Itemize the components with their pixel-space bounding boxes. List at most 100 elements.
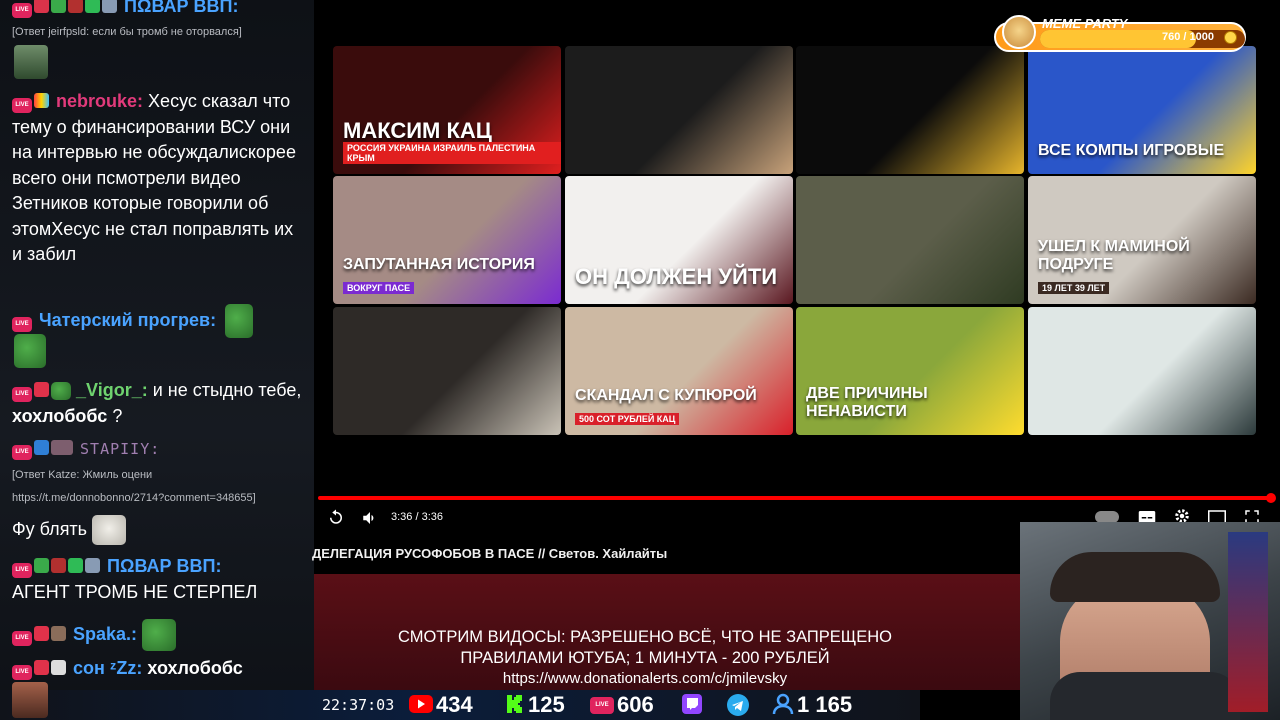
thumbnail-caption: ушел к МАМИНОЙ ПОДРУГЕ <box>1038 238 1190 273</box>
meme-party-title: MEME PARTY <box>1042 16 1128 31</box>
chat-username: STAPIIY: <box>80 440 161 458</box>
donation-url[interactable]: https://www.donationalerts.com/c/jmilevs… <box>314 670 976 687</box>
video-thumbnail[interactable] <box>565 46 793 174</box>
twitch-icon <box>682 694 702 714</box>
gift-badge-icon <box>34 440 49 455</box>
chat-text: хохлобобс <box>147 658 243 678</box>
dice-badge-icon <box>34 625 49 641</box>
thumbnail-caption: Скандал с купюрой <box>575 387 757 404</box>
telegram-icon <box>727 694 749 716</box>
chat-username: Spaka.: <box>73 623 138 644</box>
banner-line-1: СМОТРИМ ВИДОСЫ: РАЗРЕШЕНО ВСЁ, ЧТО НЕ ЗА… <box>397 628 892 646</box>
webcam-feed <box>1020 522 1280 720</box>
live-badge-icon: LIVE <box>12 387 32 402</box>
live-badge-icon: LIVE <box>12 665 32 680</box>
thumbnail-caption: ЗАПУТАННАЯ ИСТОРИЯ <box>343 256 535 273</box>
chat-username: сон ᶻZz: <box>73 658 143 678</box>
gift-badge-icon <box>85 0 100 13</box>
chat-username: Чатерский прогрев: <box>39 309 217 330</box>
thumbnail-subcaption: РОССИЯ УКРАИНА ИЗРАИЛЬ ПАЛЕСТИНА КРЫМ <box>343 142 561 164</box>
pepe-emote-icon <box>142 619 177 651</box>
chat-message: LIVE nebrouke: Хесус сказал что тему о ф… <box>12 89 308 268</box>
drink-badge-icon <box>51 558 66 573</box>
streamer-hair <box>1050 552 1220 602</box>
chat-message: LIVE _Vigor_: и не стыдно тебе, хохлобоб… <box>12 378 308 429</box>
vk-live-icon: LIVE <box>590 697 614 714</box>
dice-badge-icon <box>34 382 49 397</box>
chat-reply-note: [Ответ Katze: Жмиль оцени <box>12 469 153 481</box>
meme-party-progress-track <box>1040 30 1245 48</box>
video-thumbnail[interactable] <box>796 176 1024 304</box>
thumbnail-caption: ВСЕ КОМПЫ ИГРОВЫЕ <box>1038 142 1225 159</box>
chat-message: LIVE ΠΩВАР ВВΠ: АГЕНТ ТРОМБ НЕ СТЕРПЕЛ <box>12 554 308 605</box>
youtube-icon <box>409 695 433 713</box>
video-thumbnail[interactable] <box>333 307 561 435</box>
chat-message: LIVE Чатерский прогрев: <box>12 304 308 338</box>
progress-scrubber[interactable] <box>1266 493 1276 503</box>
replay-icon <box>330 509 342 524</box>
avatar-badge-icon <box>85 558 100 573</box>
video-thumbnail[interactable]: ушел к МАМИНОЙ ПОДРУГЕ 19 лет 39 лет <box>1028 176 1256 304</box>
chat-username: ΠΩВАР ВВΠ: <box>107 556 222 576</box>
volume-icon <box>363 512 374 524</box>
youtube-viewers: 434 <box>436 692 473 717</box>
viewers-icon <box>772 693 794 715</box>
live-badge-icon: LIVE <box>12 630 32 646</box>
streamer-shirt <box>1050 672 1240 720</box>
chat-username: nebrouke: <box>56 91 144 111</box>
video-title[interactable]: ДЕЛЕГАЦИЯ РУСОФОБОВ В ПАСЕ // Светов. Ха… <box>312 546 667 561</box>
cat-emote-icon <box>92 515 127 545</box>
banner-text: СМОТРИМ ВИДОСЫ: РАЗРЕШЕНО ВСЁ, ЧТО НЕ ЗА… <box>314 627 976 669</box>
gift-badge-icon <box>68 558 83 573</box>
video-thumbnail[interactable]: ВСЕ КОМПЫ ИГРОВЫЕ <box>1028 46 1256 174</box>
banner-line-2: ПРАВИЛАМИ ЮТУБА; 1 МИНУТА - 200 РУБЛЕЙ <box>460 649 830 667</box>
video-thumbnail[interactable]: Скандал с купюрой 500 СОТ РУБЛЕЙ КАЦ <box>565 307 793 435</box>
chat-reply-note: [Ответ jeirfpsld: если бы тромб не оторв… <box>12 26 242 38</box>
chat-link[interactable]: https://t.me/donnobonno/2714?comment=348… <box>12 492 256 504</box>
thumbnail-subcaption: 19 лет 39 лет <box>1038 282 1110 294</box>
video-thumbnail[interactable]: ДВЕ ПРИЧИНЫ НЕНАВИСТИ <box>796 307 1024 435</box>
replay-button[interactable] <box>327 508 345 531</box>
thumbnail-caption: ДВЕ ПРИЧИНЫ НЕНАВИСТИ <box>806 385 928 420</box>
video-thumbnail[interactable]: ОН ДОЛЖЕН УЙТИ <box>565 176 793 304</box>
coin-icon <box>1224 31 1237 44</box>
pepe-emote-icon <box>14 45 48 79</box>
clock: 22:37:03 <box>322 696 395 714</box>
live-badge-icon: LIVE <box>12 98 32 113</box>
drink-badge-icon <box>68 0 83 13</box>
chat-text: Фу блять <box>12 518 88 539</box>
pepe-emote-icon <box>14 334 46 368</box>
chat-panel: LIVE ΠΩВАР ВВΠ: [Ответ jeirfpsld: если б… <box>0 0 314 720</box>
progress-bar[interactable] <box>318 496 1273 500</box>
chat-message: Фу блять <box>12 515 308 545</box>
pepe-emote-icon <box>225 304 254 338</box>
thumbnail-subcaption: 500 СОТ РУБЛЕЙ КАЦ <box>575 413 680 425</box>
chat-text: АГЕНТ ТРОМБ НЕ СТЕРПЕЛ <box>12 581 258 602</box>
pepe-emote-icon <box>51 382 71 401</box>
avatar-badge-icon <box>51 440 73 455</box>
chat-text: Хесус сказал что тему о финансировании В… <box>12 91 296 264</box>
rainbow-badge-icon <box>34 93 49 108</box>
sub-badge-icon <box>34 0 49 13</box>
avatar-badge-icon <box>51 625 66 641</box>
video-thumbnail[interactable]: МАКСИМ КАЦ РОССИЯ УКРАИНА ИЗРАИЛЬ ПАЛЕСТИ… <box>333 46 561 174</box>
chat-message-top: LIVE ΠΩВАР ВВΠ: <box>12 0 308 20</box>
video-thumbnail[interactable] <box>1028 307 1256 435</box>
time-display: 3:36 / 3:36 <box>391 511 443 523</box>
vk-viewers: 606 <box>617 692 654 717</box>
video-thumbnail[interactable]: ЗАПУТАННАЯ ИСТОРИЯ ВОКРУГ ПАСЕ <box>333 176 561 304</box>
thumbnail-caption: ОН ДОЛЖЕН УЙТИ <box>575 264 778 289</box>
live-badge-icon: LIVE <box>12 3 32 18</box>
chat-message: LIVE сон ᶻZz: хохлобобс <box>12 656 308 682</box>
checkmark-badge-icon <box>51 0 66 13</box>
chat-username: _Vigor_: <box>76 380 148 400</box>
chat-text-suffix: ? <box>107 405 123 426</box>
live-badge-icon: LIVE <box>12 316 32 332</box>
user-avatar <box>12 682 48 718</box>
video-thumbnail[interactable] <box>796 46 1024 174</box>
chat-text-bold: хохлобобс <box>12 405 108 426</box>
kick-viewers: 125 <box>528 692 565 717</box>
kick-icon <box>507 695 522 713</box>
volume-button[interactable] <box>361 509 379 532</box>
background-flag <box>1228 532 1268 712</box>
